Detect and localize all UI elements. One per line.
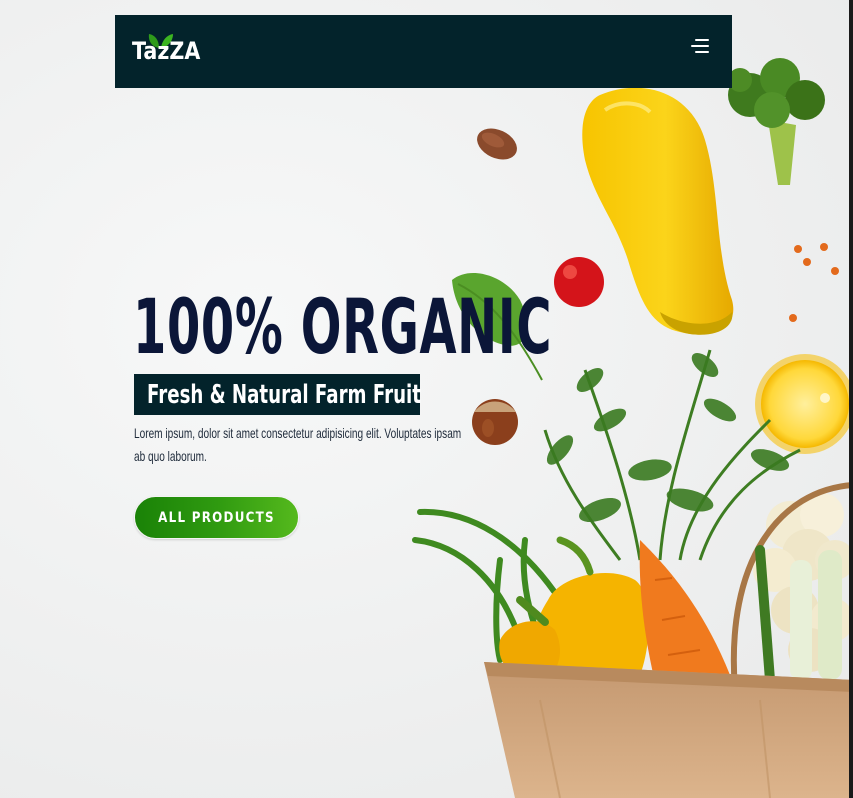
vegetables-illustration bbox=[412, 58, 853, 798]
almond-icon bbox=[477, 128, 517, 160]
broccoli-icon bbox=[728, 58, 825, 185]
paper-bag-icon bbox=[484, 662, 853, 798]
all-products-button[interactable]: ALL PRODUCTS bbox=[134, 496, 299, 539]
window-edge bbox=[849, 0, 853, 798]
brand-logo[interactable]: TazZA bbox=[132, 37, 200, 65]
hero-subtitle-box: Fresh & Natural Farm Fruit bbox=[134, 374, 421, 415]
hero-description: Lorem ipsum, dolor sit amet consectetur … bbox=[134, 425, 462, 464]
site-header: TazZA bbox=[115, 15, 732, 88]
yellow-squash-icon bbox=[582, 87, 734, 335]
cherry-tomato-icon bbox=[554, 257, 604, 307]
hamburger-menu-icon[interactable] bbox=[691, 39, 713, 59]
carrot-icon bbox=[639, 540, 730, 682]
hero-subtitle: Fresh & Natural Farm Fruit bbox=[147, 380, 421, 410]
lemon-icon bbox=[755, 354, 853, 454]
hazelnut-icon bbox=[472, 399, 518, 445]
all-products-label: ALL PRODUCTS bbox=[158, 510, 275, 526]
lentils-icon bbox=[789, 243, 839, 322]
hero-headline: 100% ORGANIC bbox=[133, 282, 553, 371]
